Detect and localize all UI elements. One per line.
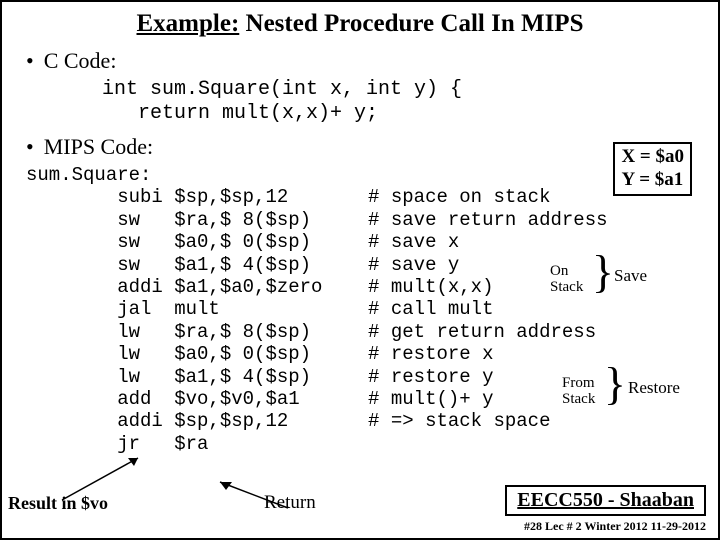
footer-text: #28 Lec # 2 Winter 2012 11-29-2012 [524, 519, 706, 534]
c-heading-row: • C Code: [26, 48, 708, 74]
title-prefix: Example: [137, 10, 240, 37]
from-stack-label: From Stack [562, 376, 620, 408]
reg-x: X = $a0 [621, 146, 684, 169]
reg-y: Y = $a1 [621, 169, 684, 192]
bullet-dot: • [26, 134, 34, 159]
title-rest: Nested Procedure Call In MIPS [239, 10, 583, 37]
save-label: Save [614, 266, 674, 286]
mips-heading: MIPS Code: [44, 134, 153, 159]
c-code-block: int sum.Square(int x, int y) { return mu… [102, 78, 708, 126]
on-stack-label: On Stack [550, 264, 608, 296]
result-label: Result in $vo [8, 493, 108, 514]
register-box: X = $a0 Y = $a1 [613, 142, 692, 196]
course-box: EECC550 - Shaaban [505, 485, 706, 516]
slide-title: Example: Nested Procedure Call In MIPS [12, 10, 708, 38]
slide: Example: Nested Procedure Call In MIPS •… [0, 0, 720, 540]
mips-code-block: sum.Square: subi $sp,$sp,12 # space on s… [26, 164, 708, 455]
restore-label: Restore [628, 378, 700, 398]
bullet-dot: • [26, 48, 34, 73]
c-heading: C Code: [44, 48, 117, 73]
return-label: Return [264, 492, 316, 514]
mips-heading-row: • MIPS Code: [26, 134, 708, 160]
